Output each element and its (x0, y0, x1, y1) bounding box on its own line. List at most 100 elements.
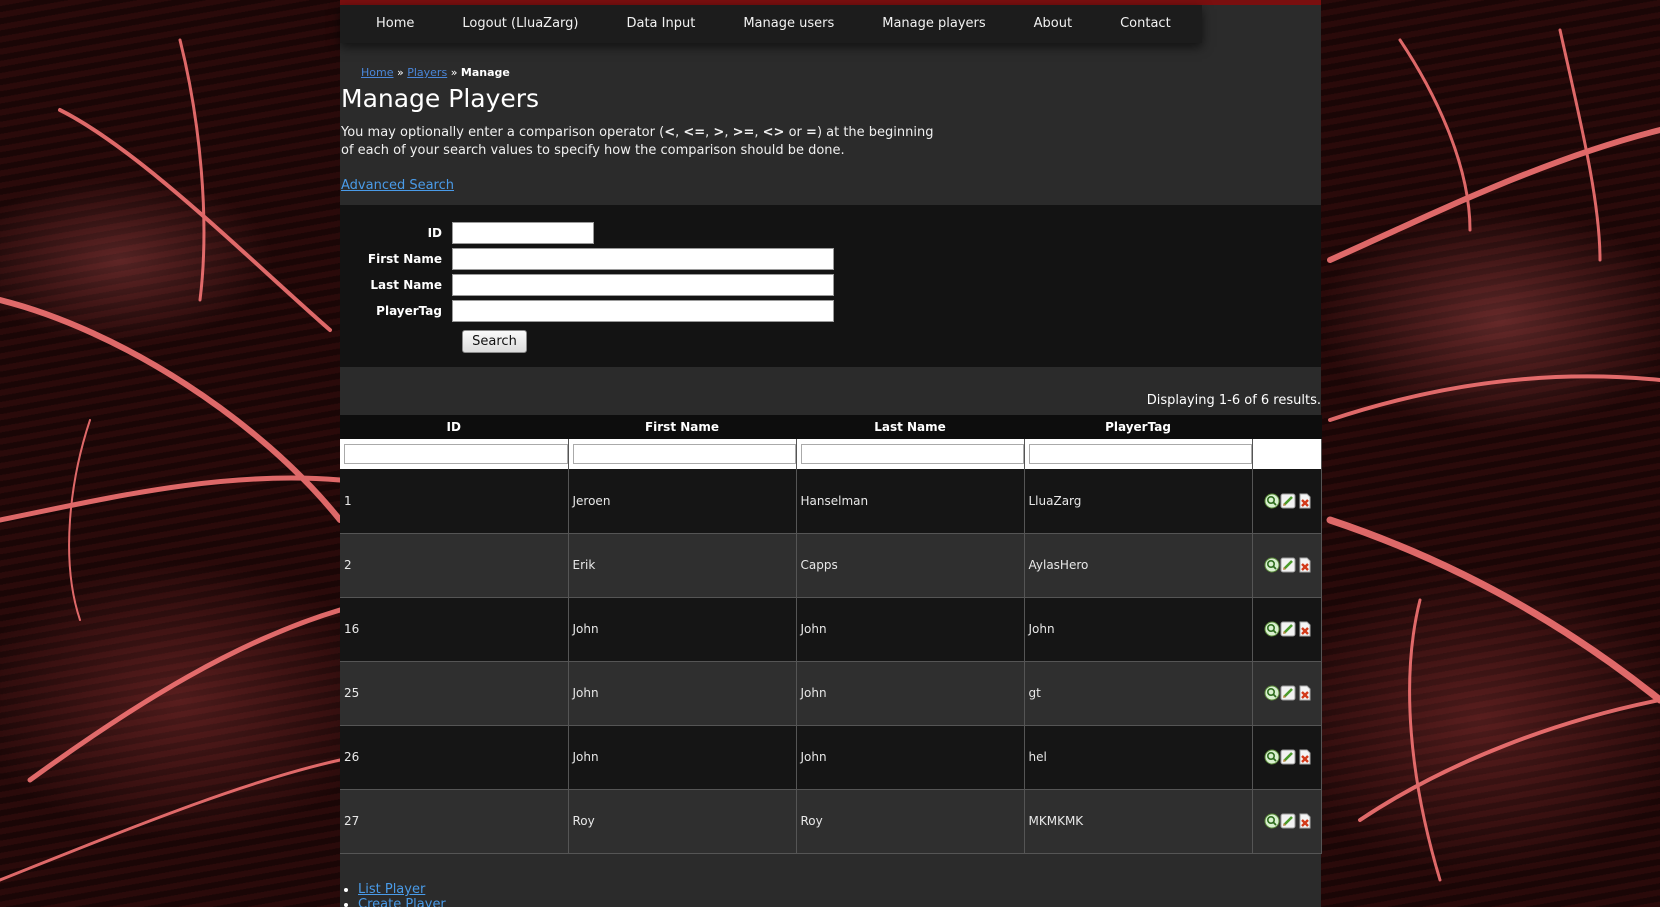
filter-cell-empty (1252, 439, 1322, 469)
main-nav: Home Logout (LluaZarg) Data Input Manage… (340, 5, 1202, 43)
update-icon[interactable] (1280, 621, 1296, 637)
results-summary: Displaying 1-6 of 6 results. (1146, 393, 1321, 408)
cell-playertag: hel (1024, 725, 1253, 790)
delete-icon[interactable] (1297, 813, 1313, 829)
create-player-link[interactable]: Create Player (358, 897, 446, 907)
update-icon[interactable] (1280, 557, 1296, 573)
cell-id: 16 (340, 597, 569, 662)
nav-logout[interactable]: Logout (LluaZarg) (438, 5, 602, 43)
filter-cell (796, 439, 1025, 469)
list-player-link[interactable]: List Player (358, 882, 425, 897)
row-actions (1252, 789, 1322, 854)
first-name-input[interactable] (452, 248, 834, 270)
delete-icon[interactable] (1297, 493, 1313, 509)
view-icon[interactable] (1264, 749, 1280, 765)
op-ne: <> (762, 125, 785, 140)
row-actions (1252, 533, 1322, 598)
cell-id: 26 (340, 725, 569, 790)
table-row[interactable]: 2 Erik Capps AylasHero (340, 533, 1322, 598)
view-icon[interactable] (1264, 813, 1280, 829)
update-icon[interactable] (1280, 813, 1296, 829)
playertag-label: PlayerTag (376, 304, 442, 318)
row-actions (1252, 597, 1322, 662)
op-le: <= (683, 125, 706, 140)
help-text-prefix: You may optionally enter a comparison op… (341, 125, 665, 140)
nav-data-input[interactable]: Data Input (602, 5, 719, 43)
filter-cell (568, 439, 797, 469)
table-row[interactable]: 27 Roy Roy MKMKMK (340, 789, 1322, 854)
operations-menu: List Player Create Player (358, 882, 446, 907)
page-title: Manage Players (341, 84, 540, 113)
cell-playertag: AylasHero (1024, 533, 1253, 598)
advanced-search-link[interactable]: Advanced Search (341, 178, 454, 193)
cell-last-name: John (796, 661, 1025, 726)
delete-icon[interactable] (1297, 557, 1313, 573)
col-header-actions (1252, 415, 1322, 439)
nav-home[interactable]: Home (352, 5, 438, 43)
id-input[interactable] (452, 222, 594, 244)
field-row-playertag: PlayerTag (340, 299, 834, 323)
view-icon[interactable] (1264, 685, 1280, 701)
nav-manage-players[interactable]: Manage players (858, 5, 1009, 43)
breadcrumb-players[interactable]: Players (407, 66, 447, 79)
cell-last-name: Capps (796, 533, 1025, 598)
actions-group (1264, 621, 1314, 637)
cell-last-name: Roy (796, 789, 1025, 854)
actions-group (1264, 685, 1314, 701)
view-icon[interactable] (1264, 621, 1280, 637)
breadcrumb-separator: » (450, 66, 458, 79)
update-icon[interactable] (1280, 493, 1296, 509)
menu-item: Create Player (358, 897, 446, 907)
view-icon[interactable] (1264, 493, 1280, 509)
cell-playertag: LluaZarg (1024, 469, 1253, 534)
cell-playertag: gt (1024, 661, 1253, 726)
delete-icon[interactable] (1297, 685, 1313, 701)
col-header-playertag[interactable]: PlayerTag (1024, 415, 1253, 439)
breadcrumb-home[interactable]: Home (361, 66, 393, 79)
col-header-id[interactable]: ID (340, 415, 569, 439)
filter-cell (1024, 439, 1253, 469)
breadcrumb-current: Manage (460, 66, 510, 79)
view-icon[interactable] (1264, 557, 1280, 573)
cell-id: 25 (340, 661, 569, 726)
field-row-first-name: First Name (340, 247, 834, 271)
filter-first-name-input[interactable] (572, 444, 796, 465)
col-header-first-name[interactable]: First Name (568, 415, 797, 439)
filter-row (340, 439, 1322, 469)
cell-first-name: John (568, 661, 797, 726)
update-icon[interactable] (1280, 685, 1296, 701)
update-icon[interactable] (1280, 749, 1296, 765)
search-button[interactable]: Search (462, 330, 527, 353)
menu-item: List Player (358, 882, 446, 897)
table-row[interactable]: 16 John John John (340, 597, 1322, 662)
row-actions (1252, 661, 1322, 726)
delete-icon[interactable] (1297, 621, 1313, 637)
table-row[interactable]: 25 John John gt (340, 661, 1322, 726)
cell-id: 2 (340, 533, 569, 598)
nav-about[interactable]: About (1010, 5, 1096, 43)
cell-first-name: John (568, 597, 797, 662)
last-name-input[interactable] (452, 274, 834, 296)
id-label: ID (427, 226, 442, 240)
nav-contact[interactable]: Contact (1096, 5, 1195, 43)
cell-first-name: Jeroen (568, 469, 797, 534)
first-name-label: First Name (367, 252, 442, 266)
cell-last-name: John (796, 725, 1025, 790)
cell-first-name: Roy (568, 789, 797, 854)
nav-manage-users[interactable]: Manage users (719, 5, 858, 43)
op-gt: > (713, 125, 725, 140)
op-lt: < (664, 125, 676, 140)
table-header-row: ID First Name Last Name PlayerTag (340, 415, 1322, 439)
cell-id: 1 (340, 469, 569, 534)
breadcrumb: Home » Players » Manage (361, 66, 510, 79)
filter-last-name-input[interactable] (800, 444, 1024, 465)
table-row[interactable]: 26 John John hel (340, 725, 1322, 790)
cell-first-name: John (568, 725, 797, 790)
col-header-last-name[interactable]: Last Name (796, 415, 1025, 439)
filter-playertag-input[interactable] (1028, 444, 1252, 465)
cell-last-name: John (796, 597, 1025, 662)
delete-icon[interactable] (1297, 749, 1313, 765)
playertag-input[interactable] (452, 300, 834, 322)
filter-id-input[interactable] (344, 444, 568, 465)
table-row[interactable]: 1 Jeroen Hanselman LluaZarg (340, 469, 1322, 534)
